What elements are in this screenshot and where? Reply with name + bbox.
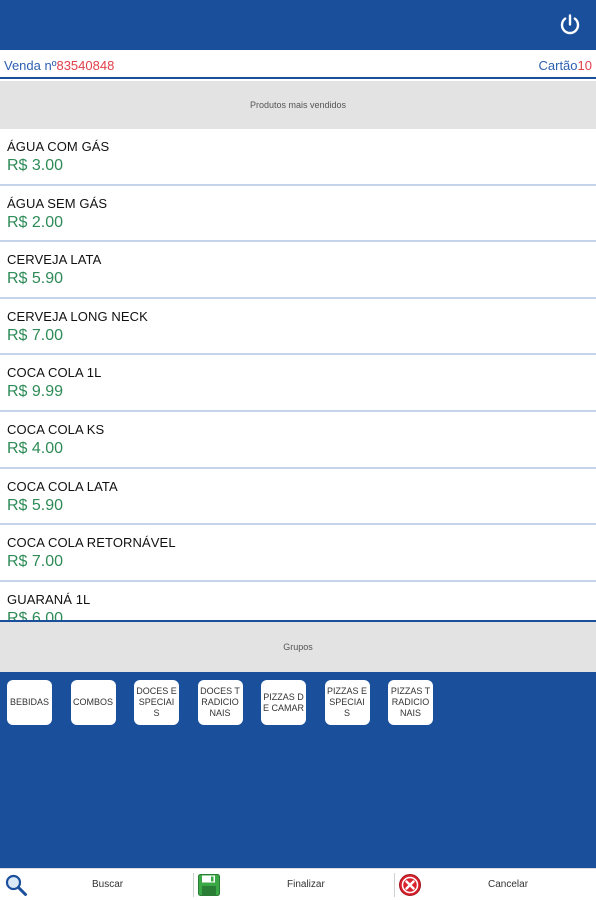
- product-price: R$ 3.00: [7, 157, 64, 174]
- power-icon[interactable]: [558, 13, 582, 37]
- cancelar-button[interactable]: Cancelar: [488, 879, 528, 890]
- buscar-button[interactable]: Buscar: [92, 879, 123, 890]
- product-price: R$ 7.00: [7, 326, 64, 344]
- group-button[interactable]: COMBOS: [70, 680, 116, 725]
- product-price: R$ 4.00: [7, 439, 64, 457]
- sale-number: Venda nº83540848: [4, 58, 114, 73]
- product-price: R$ 9.99: [7, 383, 64, 401]
- app-window: Venda nº83540848 Cartão10 Produtos mais …: [0, 0, 596, 900]
- save-icon[interactable]: [197, 873, 221, 897]
- group-button[interactable]: PIZZAS TRADICIONAIS: [388, 680, 433, 725]
- top-bar: [0, 0, 596, 50]
- cancel-icon[interactable]: [398, 873, 422, 897]
- product-row[interactable]: ÁGUA COM GÁS R$ 3.00: [0, 129, 596, 186]
- products-section-title: Produtos mais vendidos: [0, 81, 596, 129]
- product-row[interactable]: GUARANÁ 1L R$ 6.00: [0, 582, 596, 620]
- product-price: R$ 6.00: [7, 609, 64, 620]
- sale-info-bar: Venda nº83540848 Cartão10: [0, 53, 596, 79]
- product-list[interactable]: ÁGUA COM GÁS R$ 3.00 ÁGUA SEM GÁS R$ 2.00 CE…: [0, 129, 596, 620]
- sale-number-value: 83540848: [56, 57, 115, 73]
- product-name: COCA COLA KS: [7, 421, 105, 437]
- sale-number-label: Venda nº: [4, 57, 57, 73]
- product-name: COCA COLA RETORNÁVEL: [7, 535, 176, 551]
- group-button[interactable]: PIZZAS ESPECIAIS: [324, 680, 370, 725]
- product-row[interactable]: COCA COLA LATA R$ 5.90: [0, 469, 596, 526]
- product-price: R$ 2.00: [7, 213, 64, 231]
- toolbar-divider: [394, 873, 395, 897]
- product-row[interactable]: CERVEJA LATA R$ 5.90: [0, 242, 596, 299]
- product-name: COCA COLA 1L: [7, 365, 102, 381]
- product-row[interactable]: CERVEJA LONG NECK R$ 7.00: [0, 299, 596, 356]
- group-button[interactable]: DOCES TRADICIONAIS: [197, 680, 243, 725]
- card-number: Cartão10: [539, 58, 593, 73]
- product-name: GUARANÁ 1L: [7, 591, 91, 607]
- groups-section-title: Grupos: [0, 622, 596, 672]
- groups-panel: BEBIDAS COMBOS DOCES ESPECIAIS DOCES TRADIC…: [0, 672, 596, 868]
- bottom-toolbar: Buscar Finalizar Cancelar: [0, 868, 596, 900]
- product-name: ÁGUA COM GÁS: [7, 139, 110, 154]
- toolbar-divider: [193, 873, 194, 897]
- search-icon[interactable]: [4, 873, 28, 897]
- product-price: R$ 5.90: [7, 496, 64, 514]
- product-name: COCA COLA LATA: [7, 478, 118, 494]
- product-price: R$ 5.90: [7, 270, 64, 288]
- card-number-value: 10: [577, 57, 592, 73]
- product-row[interactable]: COCA COLA 1L R$ 9.99: [0, 355, 596, 412]
- finalizar-button[interactable]: Finalizar: [287, 879, 325, 890]
- product-row[interactable]: COCA COLA RETORNÁVEL R$ 7.00: [0, 525, 596, 582]
- product-name: ÁGUA SEM GÁS: [7, 195, 108, 211]
- product-price: R$ 7.00: [7, 553, 64, 571]
- product-row[interactable]: ÁGUA SEM GÁS R$ 2.00: [0, 186, 596, 243]
- group-button[interactable]: BEBIDAS: [7, 680, 52, 725]
- product-row[interactable]: COCA COLA KS R$ 4.00: [0, 412, 596, 469]
- card-number-label: Cartão: [538, 57, 578, 73]
- product-name: CERVEJA LONG NECK: [7, 308, 148, 324]
- product-name: CERVEJA LATA: [7, 252, 102, 268]
- group-button[interactable]: PIZZAS DE CAMAR: [261, 680, 306, 725]
- group-button[interactable]: DOCES ESPECIAIS: [134, 680, 179, 725]
